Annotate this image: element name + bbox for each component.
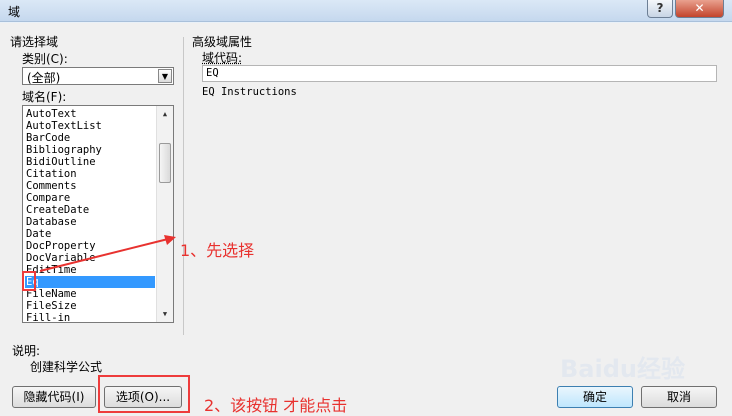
window-title: 域 [8,5,21,19]
annotation-arrow [39,235,176,272]
close-button[interactable]: ✕ [675,0,724,18]
help-button[interactable]: ? [647,0,673,18]
step1-annotation: 1、先选择 [180,241,255,260]
title-bar: 域 ? ✕ [0,0,732,22]
step2-annotation: 2、该按钮 才能点击 [204,396,348,415]
dialog-body: 请选择域 类别(C): (全部) ▼ 域名(F): AutoText AutoTe… [0,23,732,416]
